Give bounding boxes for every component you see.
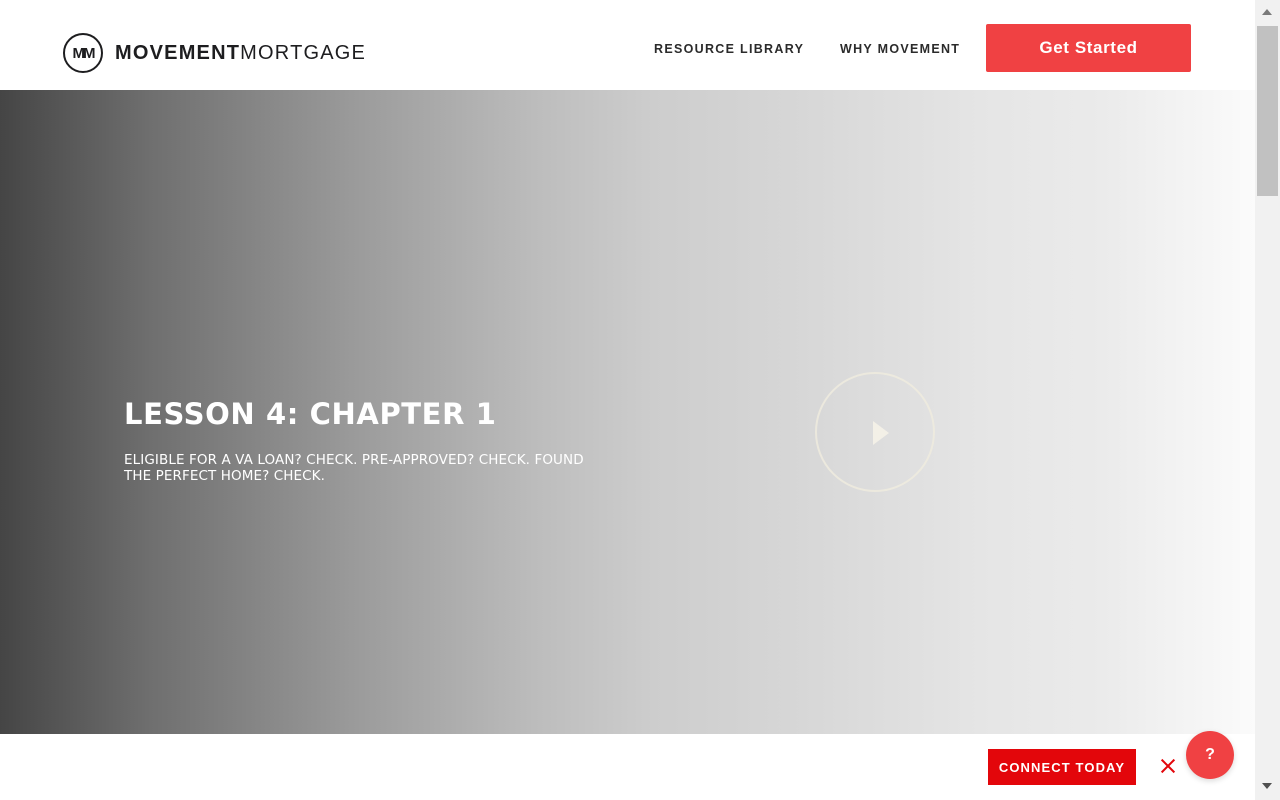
lesson-subtitle: ELIGIBLE FOR A VA LOAN? CHECK. PRE-APPRO… bbox=[124, 452, 584, 484]
logo-mark-text: MM bbox=[72, 44, 96, 62]
logo-link[interactable]: MM MOVEMENT MORTGAGE bbox=[63, 33, 366, 73]
hero-video-banner: LESSON 4: CHAPTER 1 ELIGIBLE FOR A VA LO… bbox=[0, 90, 1255, 734]
page: MM MOVEMENT MORTGAGE RESOURCE LIBRARY WHY… bbox=[0, 0, 1280, 800]
nav-why-movement[interactable]: WHY MOVEMENT bbox=[840, 42, 960, 56]
nav-resource-library[interactable]: RESOURCE LIBRARY bbox=[654, 42, 804, 56]
connect-today-button[interactable]: CONNECT TODAY bbox=[988, 749, 1136, 785]
scroll-up-arrow-icon[interactable] bbox=[1262, 9, 1272, 15]
logo-wordmark: MOVEMENT MORTGAGE bbox=[115, 42, 366, 65]
site-header: MM MOVEMENT MORTGAGE RESOURCE LIBRARY WHY… bbox=[0, 0, 1255, 90]
page-scrollbar[interactable] bbox=[1255, 0, 1280, 800]
logo-mark-icon: MM bbox=[63, 33, 103, 73]
close-icon[interactable] bbox=[1158, 756, 1178, 776]
scrollbar-thumb[interactable] bbox=[1257, 26, 1278, 196]
scroll-down-arrow-icon[interactable] bbox=[1262, 783, 1272, 789]
play-button[interactable] bbox=[815, 372, 935, 492]
logo-wordmark-light: MORTGAGE bbox=[240, 41, 367, 64]
play-icon bbox=[873, 421, 889, 445]
logo-wordmark-bold: MOVEMENT bbox=[115, 41, 241, 64]
connect-bar: CONNECT TODAY bbox=[0, 734, 1255, 800]
help-button[interactable]: ? bbox=[1186, 731, 1234, 779]
lesson-title: LESSON 4: CHAPTER 1 bbox=[124, 397, 497, 431]
get-started-button[interactable]: Get Started bbox=[986, 24, 1191, 72]
